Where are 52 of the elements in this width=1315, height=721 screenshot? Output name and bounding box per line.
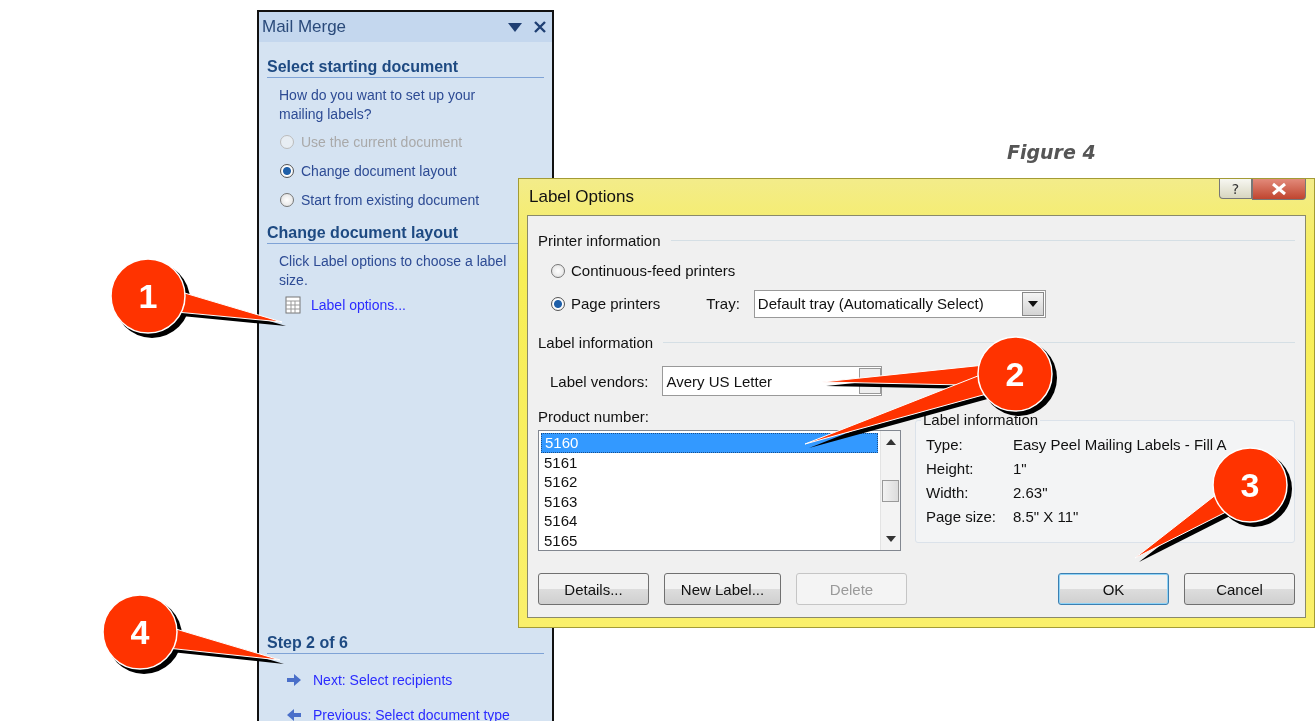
info-value: 2.63" — [1013, 483, 1048, 503]
dropdown-arrow-icon — [1027, 300, 1038, 307]
dropdown-icon[interactable] — [508, 22, 522, 32]
radio-label[interactable]: Continuous-feed printers — [571, 262, 736, 279]
info-value: 8.5" X 11" — [1013, 507, 1079, 527]
prompt-text: How do you want to set up your mailing labels? — [278, 86, 477, 124]
close-icon[interactable] — [1252, 179, 1306, 200]
scrollbar[interactable] — [880, 431, 900, 550]
radio-button[interactable] — [280, 163, 294, 178]
help-button[interactable]: ? — [1219, 179, 1252, 199]
list-item[interactable]: 5162 — [541, 472, 878, 492]
pane-title: Mail Merge — [262, 17, 348, 37]
radio-label[interactable]: Change document layout — [301, 162, 457, 179]
vendors-dropdown[interactable]: Avery US Letter — [662, 366, 883, 396]
figure-caption: Figure 4 — [1007, 141, 1096, 163]
info-name: Height: — [926, 459, 974, 479]
label-options-link[interactable]: Label options... — [311, 297, 406, 313]
dialog-button[interactable]: New Label... — [664, 573, 781, 605]
vendors-label: Label vendors: — [550, 372, 649, 390]
info-value: 1" — [1013, 459, 1027, 479]
info-name: Type: — [926, 435, 963, 455]
dialog-button[interactable]: OK — [1058, 573, 1169, 605]
radio-label[interactable]: Page printers — [571, 295, 661, 312]
close-icon[interactable] — [534, 21, 546, 33]
info-name: Width: — [926, 483, 969, 503]
group-title: Label information — [538, 333, 654, 351]
product-label: Product number: — [538, 408, 650, 427]
instruction-text: Click Label options to choose a label size. — [278, 252, 508, 290]
list-item[interactable]: 5161 — [541, 452, 878, 472]
right-arrow-icon — [287, 673, 301, 686]
list-item[interactable]: 5163 — [541, 491, 878, 511]
scroll-down-icon[interactable] — [885, 536, 896, 542]
section-heading: Select starting document — [267, 58, 544, 78]
dialog-button[interactable]: Cancel — [1184, 573, 1295, 605]
scrollbar-thumb[interactable] — [882, 479, 899, 502]
scroll-up-icon[interactable] — [885, 439, 896, 445]
radio-label[interactable]: Start from existing document — [301, 191, 480, 208]
tray-dropdown[interactable]: Default tray (Automatically Select) — [753, 289, 1046, 318]
left-arrow-icon — [287, 708, 301, 721]
step-heading: Step 2 of 6 — [267, 634, 544, 654]
group-title: Printer information — [538, 231, 661, 249]
table-icon — [285, 296, 301, 314]
dialog-button[interactable]: Details... — [538, 573, 649, 605]
info-name: Page size: — [926, 507, 997, 527]
list-item[interactable]: 5164 — [541, 511, 878, 531]
radio-button[interactable] — [551, 296, 565, 311]
radio-button[interactable] — [551, 263, 565, 278]
radio-button[interactable] — [280, 192, 294, 207]
list-item[interactable]: 5165 — [541, 530, 878, 550]
tray-label: Tray: — [706, 295, 740, 312]
step-link[interactable]: Next: Select recipients — [313, 671, 453, 688]
dialog-title: Label Options — [529, 187, 635, 207]
